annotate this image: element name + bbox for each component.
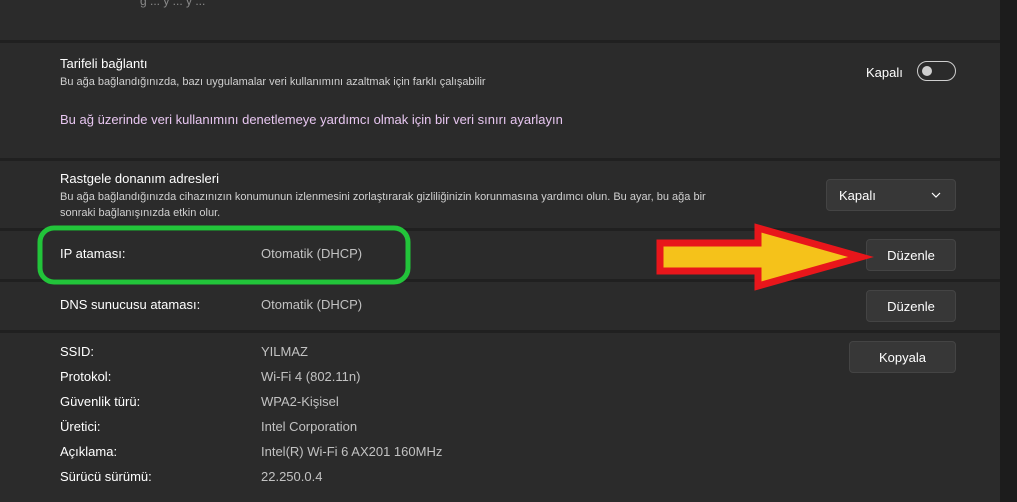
green-highlight-box [37, 225, 411, 285]
arrow-icon [656, 223, 874, 291]
annotation-overlay [37, 223, 874, 291]
